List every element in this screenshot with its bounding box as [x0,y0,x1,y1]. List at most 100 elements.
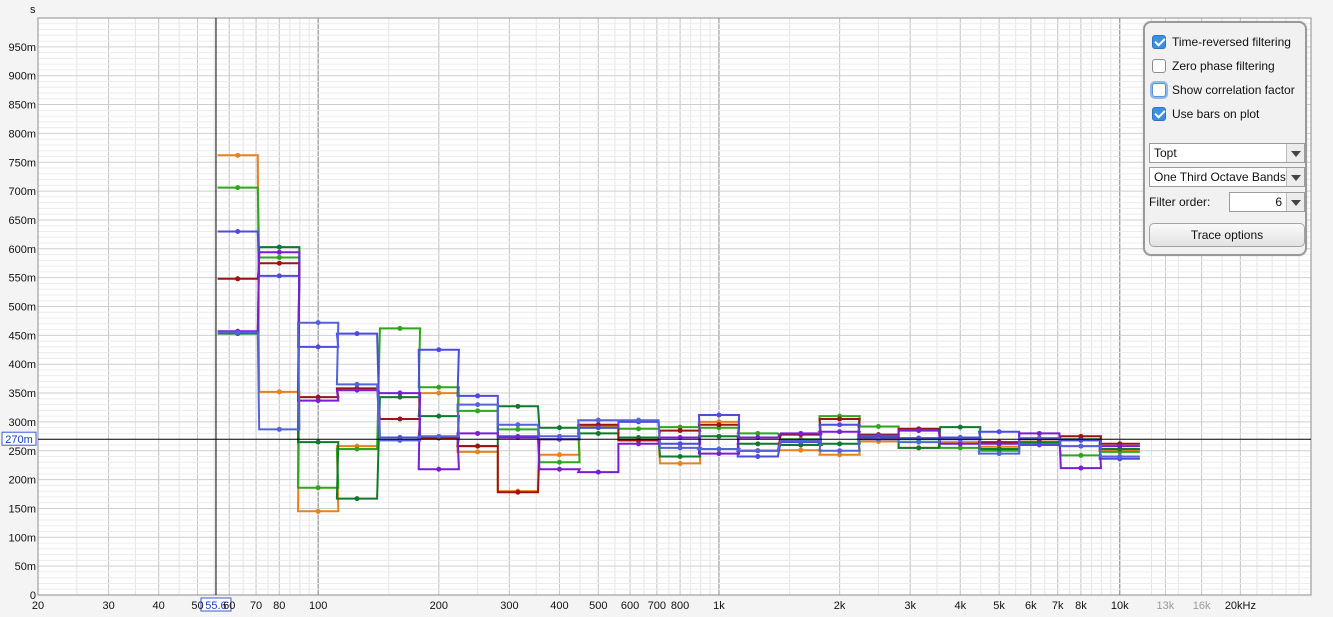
data-point [1078,465,1084,471]
data-point [916,439,922,445]
data-point [916,428,922,434]
y-axis-unit-label: s [30,4,36,16]
y-tick-label: 300m [8,417,36,429]
zero-phase-label: Zero phase filtering [1172,59,1275,73]
x-tick-label: 500 [589,600,607,612]
grid-layer [37,17,1312,596]
data-point [716,446,722,452]
data-point [755,448,761,454]
data-point [276,273,282,279]
data-point [996,429,1002,435]
data-point [354,331,360,337]
data-point [677,460,683,466]
data-point [595,430,601,436]
data-point [716,422,722,428]
use-bars-on-plot-option[interactable]: Use bars on plot [1152,105,1259,123]
data-point [996,451,1002,457]
data-point [475,393,481,399]
data-point [276,254,282,260]
y-tick-label: 100m [8,532,36,544]
y-tick-label: 450m [8,330,36,342]
data-point [837,448,843,454]
x-tick-label: 50 [191,600,203,612]
x-tick-label: 16k [1193,600,1211,612]
filter-order-select[interactable]: 6 [1229,192,1305,212]
time-reversed-filtering-option[interactable]: Time-reversed filtering [1152,33,1291,51]
data-point [397,416,403,422]
chevron-down-icon[interactable] [1286,144,1304,162]
trace-options-button[interactable]: Trace options [1149,223,1305,247]
data-point [798,447,804,453]
x-tick-label: 13k [1157,600,1175,612]
data-point [1036,442,1042,448]
data-point [837,441,843,447]
data-point [996,441,1002,447]
zero-phase-checkbox[interactable] [1152,59,1166,73]
data-point [556,433,562,439]
data-point [595,425,601,431]
bands-select-value: One Third Octave Bands [1154,170,1286,184]
y-tick-label: 700m [8,186,36,198]
x-tick-label: 5k [993,600,1005,612]
y-tick-label: 400m [8,359,36,371]
filter-order-label: Filter order: [1149,195,1211,209]
show-correlation-factor-option[interactable]: Show correlation factor [1152,81,1295,99]
data-point [397,390,403,396]
metric-select[interactable]: Topt [1149,143,1305,163]
y-tick-label: 50m [15,561,36,573]
metric-select-value: Topt [1154,146,1177,160]
data-point [475,449,481,455]
data-point [436,384,442,390]
data-point [276,260,282,266]
data-point [354,496,360,502]
x-tick-label: 6k [1025,600,1037,612]
zero-phase-filtering-option[interactable]: Zero phase filtering [1152,57,1275,75]
x-tick-label: 700 [648,600,666,612]
data-point [875,424,881,430]
x-tick-label: 4k [954,600,966,612]
data-point [798,430,804,436]
y-tick-label: 750m [8,157,36,169]
x-tick-label: 30 [102,600,114,612]
x-tick-label: 2k [834,600,846,612]
data-point [716,451,722,457]
data-point [957,424,963,430]
data-point [556,425,562,431]
x-tick-label: 80 [273,600,285,612]
data-point [677,445,683,451]
data-point [276,249,282,255]
data-point [515,489,521,495]
filter-order-row: Filter order: 6 [1149,192,1305,212]
data-point [1117,454,1123,460]
data-point [276,426,282,432]
data-point [755,441,761,447]
plot-area[interactable]: 55.6270m 050m100m150m200m250m300m350m400… [0,0,1333,617]
x-tick-label: 10k [1111,600,1129,612]
x-tick-label: 600 [621,600,639,612]
data-point [315,398,321,404]
use-bars-checkbox[interactable] [1152,107,1166,121]
data-point [716,412,722,418]
data-point [556,452,562,458]
chevron-down-icon[interactable] [1286,168,1304,186]
data-point [235,276,241,282]
data-point [354,381,360,387]
chevron-down-icon[interactable] [1286,193,1304,211]
show-correlation-checkbox[interactable] [1152,83,1166,97]
data-point [515,403,521,409]
data-point [1036,430,1042,436]
time-reversed-checkbox[interactable] [1152,35,1166,49]
x-tick-label: 20 [32,600,44,612]
data-point [1078,437,1084,443]
data-point [837,416,843,422]
bands-select[interactable]: One Third Octave Bands [1149,167,1305,187]
data-point [436,390,442,396]
data-point [436,413,442,419]
data-point [1117,443,1123,449]
y-tick-label: 550m [8,273,36,285]
data-point [677,454,683,460]
data-point [276,244,282,250]
data-point [276,389,282,395]
data-point [475,402,481,408]
x-tick-label: 800 [671,600,689,612]
